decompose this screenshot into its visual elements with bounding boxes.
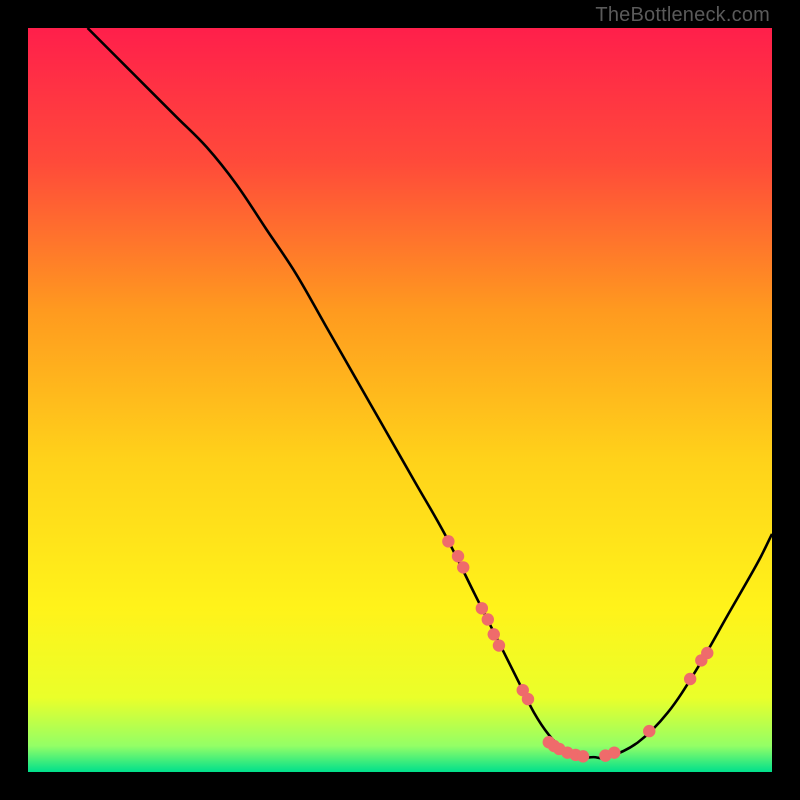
watermark-text: TheBottleneck.com: [595, 4, 770, 27]
chart-frame: [28, 28, 772, 772]
background-gradient: [28, 28, 772, 772]
plot-area: [28, 28, 772, 772]
